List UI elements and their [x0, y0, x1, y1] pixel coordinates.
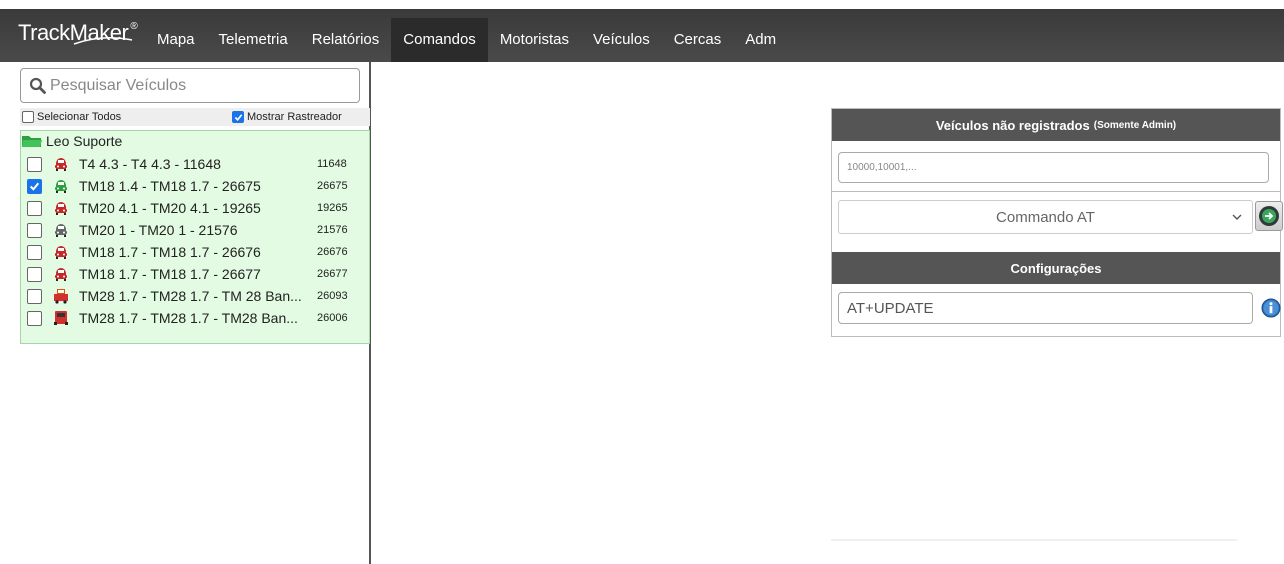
command-panel: Veículos não registrados (Somente Admin)…	[831, 108, 1283, 337]
nav-item-veiculos[interactable]: Veículos	[581, 18, 662, 62]
car-red-icon	[55, 158, 67, 171]
vehicle-sidebar: Selecionar Todos Mostrar Rastreador Leo …	[10, 62, 371, 564]
nav-item-cercas[interactable]: Cercas	[662, 18, 734, 62]
show-tracker-label: Mostrar Rastreador	[247, 111, 342, 123]
vehicle-checkbox[interactable]	[27, 156, 42, 172]
info-icon[interactable]	[1261, 298, 1281, 318]
vehicle-name: TM28 1.7 - TM28 1.7 - TM 28 Ban...	[79, 288, 302, 304]
select-all-checkbox[interactable]	[22, 111, 34, 123]
vehicle-search-box[interactable]	[20, 68, 360, 103]
vehicle-id: 19265	[317, 202, 348, 214]
vehicle-row[interactable]: TM18 1.7 - TM18 1.7 - 26677 26677	[27, 263, 367, 285]
config-title: Configurações	[1010, 260, 1102, 276]
unregistered-ids-input[interactable]: 10000,10001,...	[838, 152, 1269, 183]
folder-open-icon	[22, 135, 42, 147]
vehicle-name: T4 4.3 - T4 4.3 - 11648	[79, 156, 221, 172]
select-all-label: Selecionar Todos	[37, 111, 122, 123]
show-tracker-option[interactable]: Mostrar Rastreador	[232, 111, 342, 123]
car-red-icon	[55, 246, 67, 259]
vehicle-name: TM18 1.4 - TM18 1.7 - 26675	[79, 178, 261, 194]
vehicle-id: 26093	[317, 290, 348, 302]
vehicle-checkbox[interactable]	[27, 222, 42, 238]
footer-divider	[831, 539, 1237, 541]
vehicle-row[interactable]: TM18 1.4 - TM18 1.7 - 26675 26675	[27, 175, 367, 197]
vehicle-id: 26677	[317, 268, 348, 280]
logo-swoosh-icon	[73, 37, 133, 45]
main-nav: Mapa Telemetria Relatórios Comandos Motorist…	[145, 18, 788, 62]
vehicle-row[interactable]: TM28 1.7 - TM28 1.7 - TM 28 Ban... 26093	[27, 285, 367, 307]
vehicle-id: 26006	[317, 312, 348, 324]
config-header: Configurações	[832, 252, 1280, 284]
nav-item-mapa[interactable]: Mapa	[145, 18, 207, 62]
vehicle-row[interactable]: TM18 1.7 - TM18 1.7 - 26676 26676	[27, 241, 367, 263]
car-red-icon	[55, 268, 67, 281]
vehicle-row[interactable]: T4 4.3 - T4 4.3 - 11648 11648	[27, 153, 367, 175]
vehicle-row[interactable]: TM28 1.7 - TM28 1.7 - TM28 Ban... 26006	[27, 307, 367, 329]
vehicle-name: TM20 1 - TM20 1 - 21576	[79, 222, 238, 238]
vehicle-name: TM28 1.7 - TM28 1.7 - TM28 Ban...	[79, 310, 298, 326]
vehicle-name: TM18 1.7 - TM18 1.7 - 26676	[79, 244, 261, 260]
search-icon	[29, 77, 46, 94]
car-red-icon	[55, 202, 67, 215]
send-command-button[interactable]	[1255, 201, 1283, 231]
config-command-input[interactable]: AT+UPDATE	[838, 292, 1253, 324]
unregistered-title: Veículos não registrados	[935, 117, 1090, 133]
truck-red-front-icon	[54, 311, 68, 325]
check-icon	[29, 182, 40, 191]
nav-item-adm[interactable]: Adm	[733, 18, 788, 62]
vehicle-checkbox[interactable]	[27, 288, 42, 304]
command-select[interactable]: Commando AT	[838, 200, 1253, 234]
car-gray-icon	[55, 224, 67, 237]
logo-mark: ®	[130, 21, 138, 32]
unregistered-header: Veículos não registrados (Somente Admin)	[832, 109, 1280, 141]
select-all-option[interactable]: Selecionar Todos	[22, 111, 121, 123]
admin-only-note: (Somente Admin)	[1093, 119, 1177, 131]
vehicle-search-input[interactable]	[50, 76, 350, 95]
vehicle-id: 21576	[317, 224, 348, 236]
arrow-right-circle-icon	[1259, 206, 1279, 226]
vehicle-checkbox[interactable]	[27, 200, 42, 216]
vehicle-checkbox[interactable]	[27, 244, 42, 260]
list-options-bar: Selecionar Todos Mostrar Rastreador	[20, 108, 370, 126]
vehicle-checkbox[interactable]	[27, 266, 42, 282]
vehicle-id: 11648	[317, 158, 347, 170]
vehicle-checkbox[interactable]	[27, 310, 42, 326]
vehicle-tree: Leo Suporte T4 4.3 - T4 4.3 - 11648 11648…	[20, 130, 370, 344]
vehicle-id: 26675	[317, 180, 348, 192]
group-node[interactable]: Leo Suporte	[22, 132, 122, 150]
config-value: AT+UPDATE	[847, 299, 934, 317]
vehicle-name: TM20 4.1 - TM20 4.1 - 19265	[79, 200, 261, 216]
vehicle-row[interactable]: TM20 4.1 - TM20 4.1 - 19265 19265	[27, 197, 367, 219]
unregistered-placeholder: 10000,10001,...	[847, 162, 917, 173]
top-nav-bar: TrackMaker ® Mapa Telemetria Relatórios Coma…	[0, 0, 1284, 62]
vehicle-row[interactable]: TM20 1 - TM20 1 - 21576 21576	[27, 219, 367, 241]
car-green-icon	[55, 180, 67, 193]
check-icon	[234, 113, 242, 121]
panel-divider	[832, 191, 1280, 192]
vehicle-name: TM18 1.7 - TM18 1.7 - 26677	[79, 266, 261, 282]
nav-item-motoristas[interactable]: Motoristas	[488, 18, 581, 62]
nav-item-telemetria[interactable]: Telemetria	[207, 18, 300, 62]
vehicle-id: 26676	[317, 246, 348, 258]
show-tracker-checkbox[interactable]	[232, 111, 244, 123]
nav-item-relatorios[interactable]: Relatórios	[300, 18, 392, 62]
chevron-down-icon	[1232, 214, 1242, 220]
command-select-value: Commando AT	[996, 208, 1095, 226]
group-name: Leo Suporte	[46, 133, 123, 149]
truck-red-icon	[54, 289, 68, 304]
vehicle-checkbox[interactable]	[27, 178, 42, 194]
nav-item-comandos[interactable]: Comandos	[391, 18, 488, 62]
